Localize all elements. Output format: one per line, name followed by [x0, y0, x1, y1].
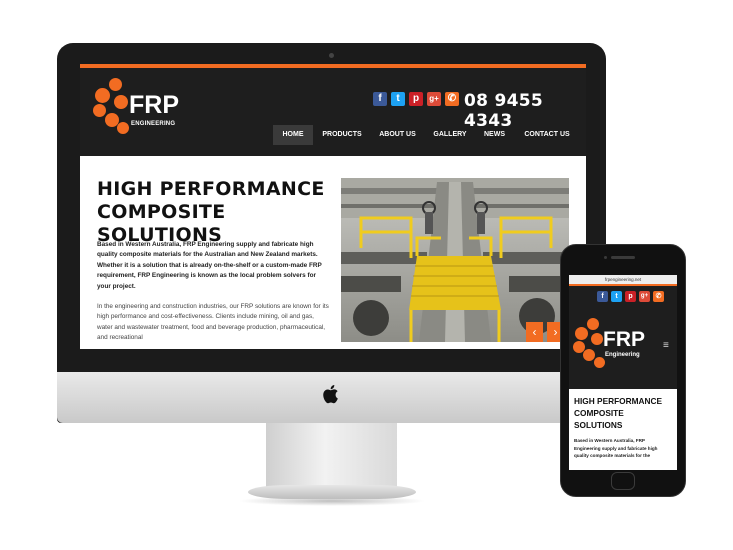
- imac-stand-base: [248, 485, 416, 499]
- mobile-header: f t p g+ ✆ FRP Engineering ≡: [569, 286, 677, 389]
- hero-slider-image: ‹ ›: [341, 178, 569, 342]
- logo-dot: [95, 88, 110, 103]
- facebook-icon[interactable]: f: [373, 92, 387, 106]
- phone-icon[interactable]: ✆: [445, 92, 459, 106]
- mobile-hero-title-line: SOLUTIONS: [574, 420, 623, 430]
- nav-products[interactable]: PRODUCTS: [319, 125, 365, 145]
- hero-title: HIGH PERFORMANCE COMPOSITE SOLUTIONS: [97, 178, 337, 247]
- nav-gallery[interactable]: GALLERY: [430, 125, 470, 145]
- facebook-icon[interactable]: f: [597, 291, 608, 302]
- imac-stand-neck: [266, 423, 397, 493]
- logo-dot: [117, 122, 129, 134]
- nav-about-us[interactable]: ABOUT US: [375, 125, 420, 145]
- logo-dot: [109, 78, 122, 91]
- mobile-logo-title: FRP: [603, 328, 645, 351]
- mobile-screen: frpengineering.net f t p g+ ✆ FRP Engine…: [569, 275, 677, 470]
- pinterest-icon[interactable]: p: [409, 92, 423, 106]
- phone-speaker: [611, 256, 635, 259]
- googleplus-icon[interactable]: g+: [639, 291, 650, 302]
- logo-dot: [587, 318, 599, 330]
- mobile-hero-paragraph: Based in Western Australia, FRP Engineer…: [574, 438, 658, 458]
- nav-news[interactable]: NEWS: [479, 125, 510, 145]
- hero-title-line: HIGH PERFORMANCE: [97, 178, 325, 200]
- logo-dot: [114, 95, 128, 109]
- logo-dot: [583, 349, 595, 361]
- logo-dot: [575, 327, 588, 340]
- mobile-hero-title: HIGH PERFORMANCE COMPOSITE SOLUTIONS: [574, 395, 674, 431]
- logo-subtitle: ENGINEERING: [131, 121, 176, 127]
- logo-dot: [594, 357, 605, 368]
- site-header: FRP ENGINEERING f t p g+ ✆ 08 9455 4343 …: [80, 68, 586, 156]
- phone-camera: [604, 256, 607, 259]
- hero-paragraph: Based in Western Australia, FRP Engineer…: [97, 241, 322, 290]
- mobile-logo-subtitle: Engineering: [605, 352, 640, 358]
- mobile-hero-title-line: HIGH PERFORMANCE: [574, 396, 663, 406]
- logo-dot: [93, 104, 106, 117]
- mobile-menu-icon[interactable]: ≡: [663, 341, 669, 351]
- twitter-icon[interactable]: t: [391, 92, 405, 106]
- phone-home-button[interactable]: [611, 472, 635, 490]
- mobile-hero-title-line: COMPOSITE: [574, 408, 624, 418]
- hero-paragraph: In the engineering and construction indu…: [97, 303, 329, 342]
- nav-home[interactable]: HOME: [273, 125, 313, 145]
- phone-icon[interactable]: ✆: [653, 291, 664, 302]
- mobile-url-bar[interactable]: frpengineering.net: [569, 275, 677, 284]
- logo-dot: [591, 333, 603, 345]
- nav-contact-us[interactable]: CONTACT US: [520, 125, 574, 145]
- imac-camera: [329, 53, 334, 58]
- site-logo[interactable]: FRP ENGINEERING: [93, 78, 188, 146]
- pinterest-icon[interactable]: p: [625, 291, 636, 302]
- desktop-screen: FRP ENGINEERING f t p g+ ✆ 08 9455 4343 …: [80, 64, 586, 349]
- mobile-logo[interactable]: FRP Engineering: [573, 318, 653, 378]
- apple-logo-icon: [323, 385, 338, 404]
- logo-title: FRP: [129, 91, 179, 119]
- twitter-icon[interactable]: t: [611, 291, 622, 302]
- googleplus-icon[interactable]: g+: [427, 92, 441, 106]
- walkway-photo: [341, 178, 569, 342]
- slider-prev-button[interactable]: ‹: [526, 322, 543, 342]
